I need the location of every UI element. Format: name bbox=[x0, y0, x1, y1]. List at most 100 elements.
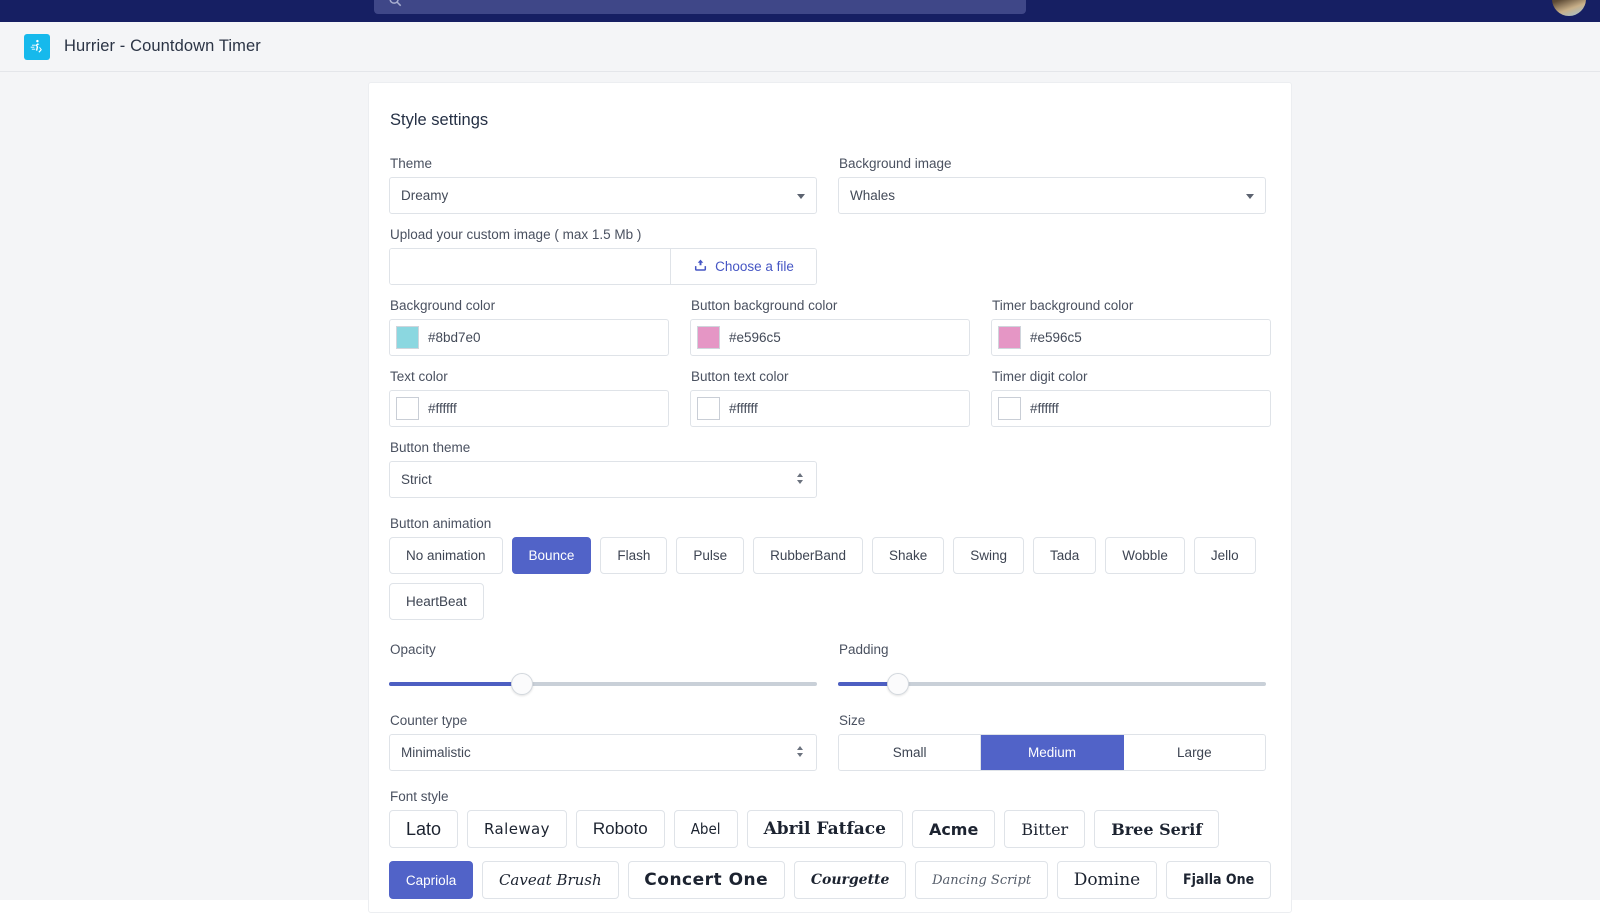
color-swatch[interactable] bbox=[998, 326, 1021, 349]
font-option-raleway[interactable]: Raleway bbox=[467, 810, 567, 848]
animation-option-bounce[interactable]: Bounce bbox=[512, 537, 592, 574]
font-option-abril-fatface[interactable]: Abril Fatface bbox=[747, 810, 903, 848]
font-option-dancing-script[interactable]: Dancing Script bbox=[915, 861, 1048, 899]
slider-thumb[interactable] bbox=[887, 673, 909, 695]
slider-fill bbox=[389, 682, 522, 686]
animation-option-pulse[interactable]: Pulse bbox=[676, 537, 744, 574]
animation-option-shake[interactable]: Shake bbox=[872, 537, 944, 574]
font-option-caveat-brush[interactable]: Caveat Brush bbox=[482, 861, 618, 899]
button-animation-group: Button animation No animationBounceFlash… bbox=[389, 516, 1271, 620]
size-option-small[interactable]: Small bbox=[839, 735, 981, 770]
user-avatar[interactable] bbox=[1552, 0, 1586, 16]
upload-row: Upload your custom image ( max 1.5 Mb ) … bbox=[389, 227, 1271, 285]
background-image-field-group: Background image Whales bbox=[838, 156, 1266, 214]
background-color-group: Background color #8bd7e0 bbox=[389, 298, 669, 356]
button-background-color-label: Button background color bbox=[691, 298, 970, 313]
button-theme-label: Button theme bbox=[390, 440, 817, 455]
chevron-down-icon bbox=[797, 194, 805, 199]
animation-option-swing[interactable]: Swing bbox=[953, 537, 1024, 574]
timer-digit-color-input[interactable]: #ffffff bbox=[991, 390, 1271, 427]
size-label: Size bbox=[839, 713, 1266, 728]
opacity-label: Opacity bbox=[390, 642, 817, 657]
button-text-color-group: Button text color #ffffff bbox=[690, 369, 970, 427]
padding-group: Padding bbox=[838, 642, 1266, 699]
timer-digit-color-value: #ffffff bbox=[1030, 401, 1059, 416]
background-color-input[interactable]: #8bd7e0 bbox=[389, 319, 669, 356]
page-body: Style settings Theme Dreamy Background i… bbox=[0, 72, 1600, 900]
size-option-medium[interactable]: Medium bbox=[981, 735, 1123, 770]
background-image-value: Whales bbox=[850, 188, 895, 203]
color-swatch[interactable] bbox=[697, 326, 720, 349]
font-style-row: LatoRalewayRobotoAbelAbril FatfaceAcmeBi… bbox=[389, 810, 1271, 848]
padding-slider[interactable] bbox=[838, 669, 1266, 699]
upload-filename-input[interactable] bbox=[390, 249, 670, 285]
font-option-fjalla-one[interactable]: Fjalla One bbox=[1166, 861, 1271, 899]
counter-type-group: Counter type Minimalistic bbox=[389, 713, 817, 771]
animation-option-no-animation[interactable]: No animation bbox=[389, 537, 503, 574]
color-row-backgrounds: Background color #8bd7e0 Button backgrou… bbox=[389, 298, 1271, 356]
button-text-color-input[interactable]: #ffffff bbox=[690, 390, 970, 427]
font-option-roboto[interactable]: Roboto bbox=[576, 810, 665, 848]
page-title: Hurrier - Countdown Timer bbox=[64, 37, 261, 56]
font-option-abel[interactable]: Abel bbox=[674, 810, 738, 848]
text-color-group: Text color #ffffff bbox=[389, 369, 669, 427]
text-color-value: #ffffff bbox=[428, 401, 457, 416]
color-swatch[interactable] bbox=[998, 397, 1021, 420]
font-option-courgette[interactable]: Courgette bbox=[794, 861, 906, 899]
upload-field-group: Upload your custom image ( max 1.5 Mb ) … bbox=[389, 227, 817, 285]
button-background-color-input[interactable]: #e596c5 bbox=[690, 319, 970, 356]
opacity-slider[interactable] bbox=[389, 669, 817, 699]
font-option-lato[interactable]: Lato bbox=[389, 810, 458, 848]
browser-chrome-bar bbox=[0, 0, 1600, 22]
background-image-select[interactable]: Whales bbox=[838, 177, 1266, 214]
slider-thumb[interactable] bbox=[511, 673, 533, 695]
button-animation-label: Button animation bbox=[390, 516, 1271, 531]
timer-background-color-input[interactable]: #e596c5 bbox=[991, 319, 1271, 356]
color-swatch[interactable] bbox=[697, 397, 720, 420]
color-swatch[interactable] bbox=[396, 326, 419, 349]
button-theme-select[interactable]: Strict bbox=[389, 461, 817, 498]
font-option-bree-serif[interactable]: Bree Serif bbox=[1094, 810, 1219, 848]
animation-option-jello[interactable]: Jello bbox=[1194, 537, 1256, 574]
font-style-label: Font style bbox=[390, 789, 1271, 804]
font-option-acme[interactable]: Acme bbox=[912, 810, 995, 848]
font-option-concert-one[interactable]: Concert One bbox=[628, 861, 785, 899]
timer-background-color-group: Timer background color #e596c5 bbox=[991, 298, 1271, 356]
theme-field-group: Theme Dreamy bbox=[389, 156, 817, 214]
background-image-label: Background image bbox=[839, 156, 1266, 171]
counter-size-row: Counter type Minimalistic Size SmallMedi… bbox=[389, 713, 1271, 771]
button-text-color-value: #ffffff bbox=[729, 401, 758, 416]
padding-label: Padding bbox=[839, 642, 1266, 657]
theme-row: Theme Dreamy Background image Whales bbox=[389, 156, 1271, 214]
search-icon bbox=[388, 0, 402, 12]
omnibox-search-field[interactable] bbox=[374, 0, 1026, 14]
animation-option-tada[interactable]: Tada bbox=[1033, 537, 1096, 574]
counter-type-value: Minimalistic bbox=[401, 745, 471, 760]
size-option-large[interactable]: Large bbox=[1124, 735, 1265, 770]
animation-option-wobble[interactable]: Wobble bbox=[1105, 537, 1185, 574]
font-option-domine[interactable]: Domine bbox=[1057, 861, 1157, 899]
animation-option-flash[interactable]: Flash bbox=[600, 537, 667, 574]
stepper-arrows-icon bbox=[797, 746, 803, 757]
animation-option-rubberband[interactable]: RubberBand bbox=[753, 537, 863, 574]
animation-option-heartbeat[interactable]: HeartBeat bbox=[389, 583, 484, 620]
upload-label: Upload your custom image ( max 1.5 Mb ) bbox=[390, 227, 817, 242]
text-color-label: Text color bbox=[390, 369, 669, 384]
choose-a-file-button[interactable]: Choose a file bbox=[670, 249, 816, 284]
font-option-bitter[interactable]: Bitter bbox=[1004, 810, 1085, 848]
file-upload-control: Choose a file bbox=[389, 248, 817, 285]
choose-a-file-label: Choose a file bbox=[715, 259, 794, 274]
font-option-capriola[interactable]: Capriola bbox=[389, 861, 473, 899]
font-style-row: CapriolaCaveat Brush Concert OneCourgette… bbox=[389, 861, 1271, 899]
app-header: Hurrier - Countdown Timer bbox=[0, 22, 1600, 72]
font-style-options: LatoRalewayRobotoAbelAbril FatfaceAcmeBi… bbox=[389, 810, 1271, 899]
color-swatch[interactable] bbox=[396, 397, 419, 420]
style-settings-card: Style settings Theme Dreamy Background i… bbox=[368, 82, 1292, 913]
chevron-down-icon bbox=[1246, 194, 1254, 199]
theme-select[interactable]: Dreamy bbox=[389, 177, 817, 214]
counter-type-label: Counter type bbox=[390, 713, 817, 728]
text-color-input[interactable]: #ffffff bbox=[389, 390, 669, 427]
button-background-color-group: Button background color #e596c5 bbox=[690, 298, 970, 356]
button-text-color-label: Button text color bbox=[691, 369, 970, 384]
counter-type-select[interactable]: Minimalistic bbox=[389, 734, 817, 771]
